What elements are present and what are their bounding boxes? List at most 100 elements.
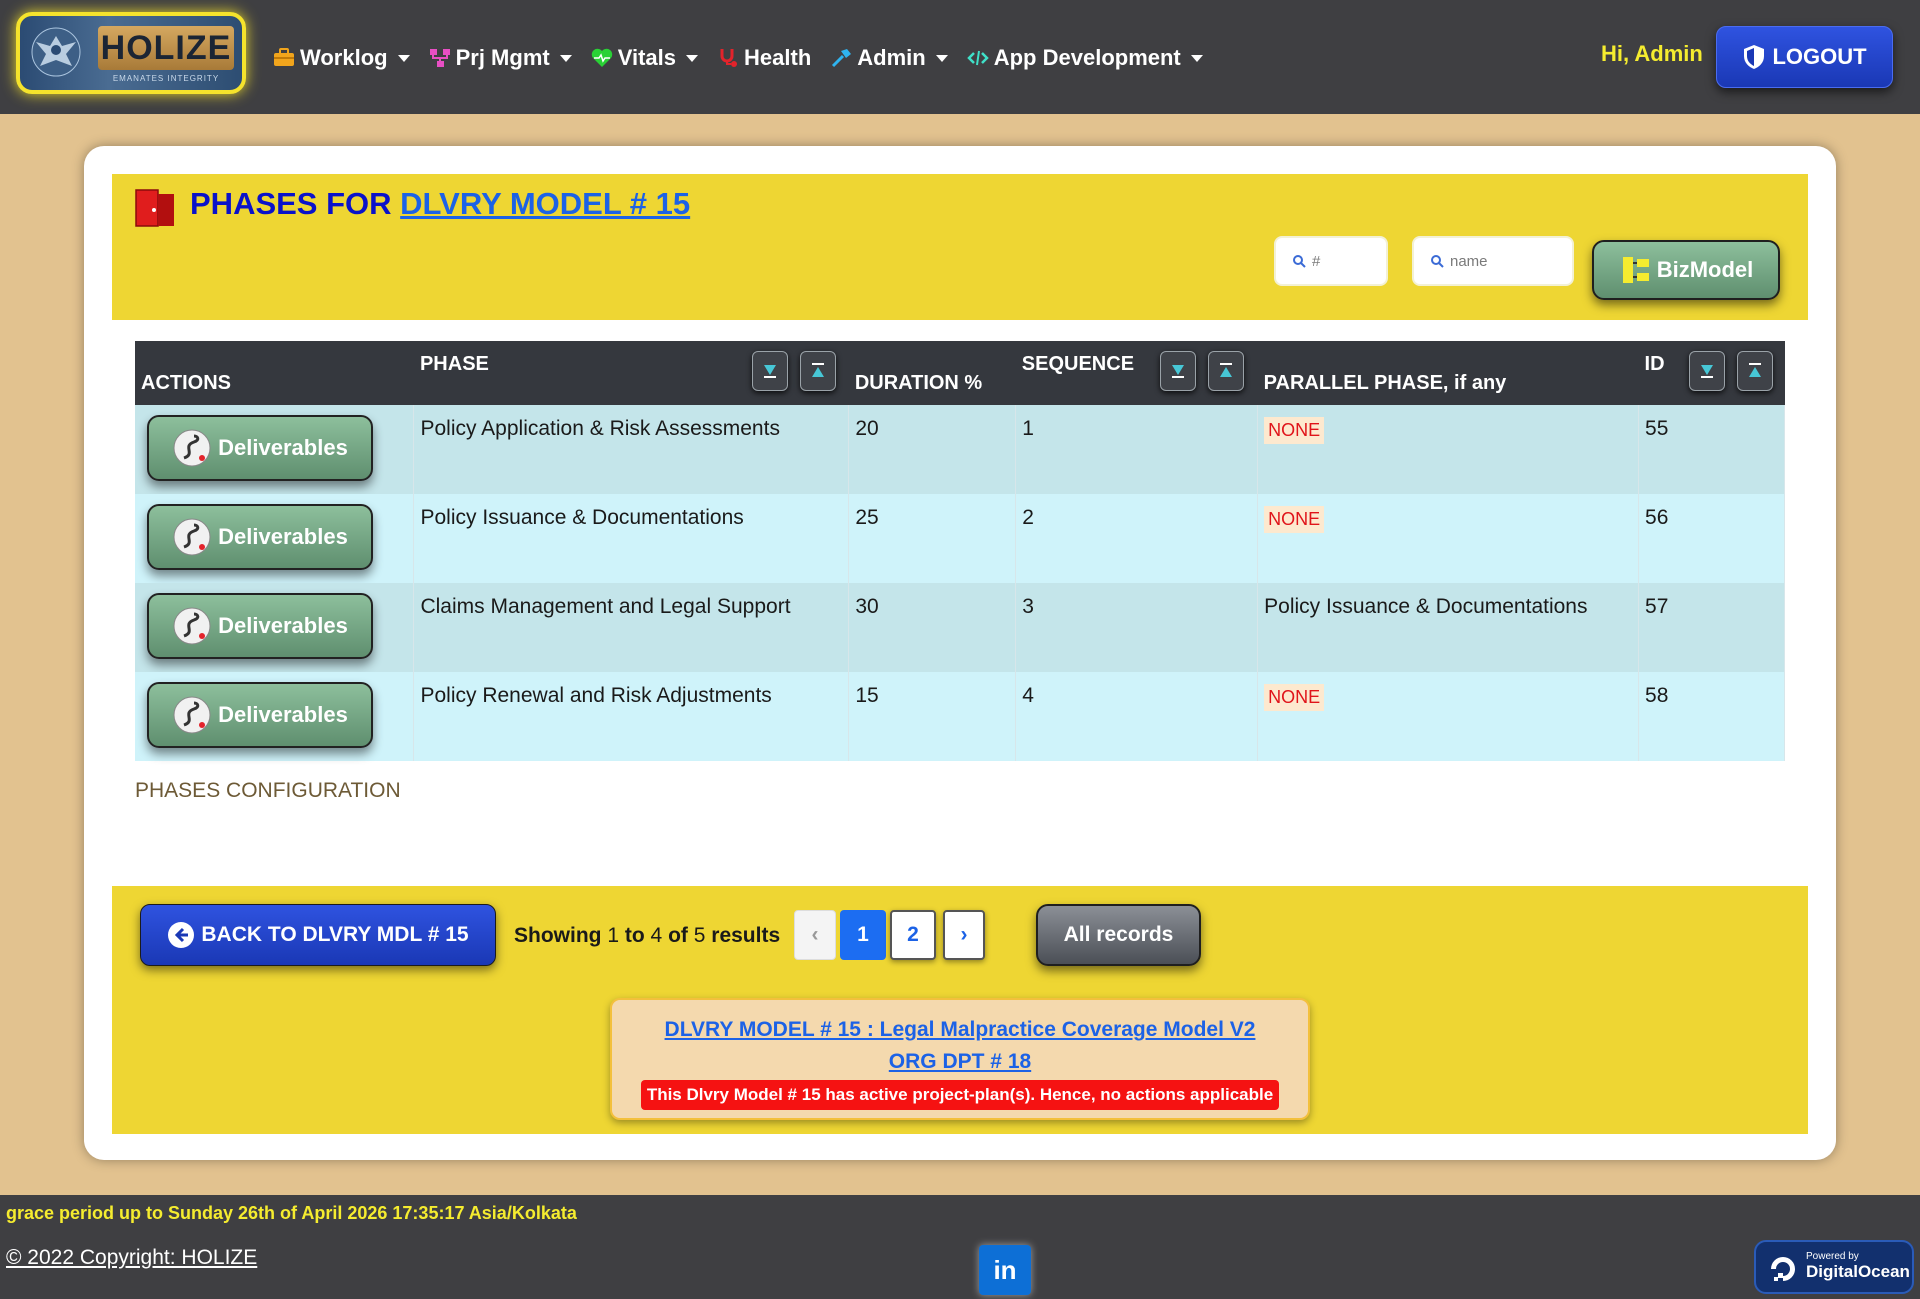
- user-greeting: Hi, Admin: [1601, 41, 1703, 66]
- cell-parallel-phase: NONE: [1257, 494, 1640, 583]
- shield-icon: [1744, 45, 1765, 69]
- nav-admin[interactable]: Admin: [829, 40, 948, 76]
- nav-label: App Development: [993, 45, 1181, 70]
- cell-parallel-phase: NONE: [1257, 405, 1640, 494]
- sort-desc-button[interactable]: [1688, 351, 1725, 391]
- digitalocean-icon: [1771, 1257, 1795, 1281]
- col-id: ID: [1638, 341, 1785, 405]
- model-link[interactable]: DLVRY MODEL # 15 : Legal Malpractice Cov…: [612, 1014, 1308, 1046]
- sort-desc-button[interactable]: [751, 351, 788, 391]
- table-row: Deliverables Claims Management and Legal…: [135, 583, 1785, 672]
- all-records-button[interactable]: All records: [1036, 904, 1201, 966]
- org-dept-link[interactable]: ORG DPT # 18: [612, 1046, 1308, 1078]
- nav-health[interactable]: Health: [716, 40, 811, 76]
- briefcase-icon: [274, 48, 294, 66]
- back-label: BACK TO DLVRY MDL # 15: [201, 923, 469, 946]
- back-button[interactable]: BACK TO DLVRY MDL # 15: [140, 904, 496, 966]
- col-actions: ACTIONS: [135, 341, 414, 405]
- none-badge: NONE: [1264, 506, 1325, 533]
- copyright-link[interactable]: © 2022 Copyright: HOLIZE: [6, 1246, 257, 1270]
- col-sequence: SEQUENCE: [1015, 341, 1258, 405]
- code-icon: [966, 50, 989, 66]
- roadmap-icon: [173, 696, 211, 734]
- id-search-placeholder: #: [1312, 252, 1321, 270]
- nav-label: Vitals: [617, 45, 677, 70]
- heart-pulse-icon: [591, 48, 612, 67]
- eagle-emblem-icon: [31, 27, 81, 77]
- table-row: Deliverables Policy Issuance & Documenta…: [135, 494, 1785, 583]
- project-tree-icon: [429, 49, 450, 67]
- table-header-row: ACTIONS PHASE DURATION % SEQUENCE PARALL…: [135, 341, 1785, 405]
- none-badge: NONE: [1264, 417, 1325, 444]
- deliverables-button[interactable]: Deliverables: [147, 593, 373, 659]
- nav-label: Admin: [857, 45, 926, 70]
- sort-asc-button[interactable]: [1736, 351, 1773, 391]
- cell-actions: Deliverables: [135, 672, 415, 761]
- hammer-icon: [832, 49, 852, 68]
- search-icon: [1293, 255, 1306, 268]
- nav-label: Health: [744, 45, 812, 70]
- sort-desc-button[interactable]: [1159, 351, 1196, 391]
- digitalocean-badge[interactable]: Powered by DigitalOcean: [1754, 1240, 1914, 1294]
- sort-up-icon: [1219, 363, 1232, 377]
- nav-app-development[interactable]: App Development: [966, 40, 1203, 76]
- search-icon: [1431, 255, 1444, 268]
- pagination-page-1[interactable]: 1: [840, 910, 886, 960]
- deliverables-button[interactable]: Deliverables: [147, 682, 373, 748]
- title-prefix: PHASES FOR: [190, 186, 392, 221]
- deliverables-button[interactable]: Deliverables: [147, 415, 373, 481]
- pagination-next[interactable]: ›: [943, 910, 985, 960]
- nav-label: Worklog: [300, 45, 388, 70]
- cell-phase: Policy Application & Risk Assessments: [413, 405, 850, 494]
- bizmodel-button[interactable]: BizModel: [1592, 240, 1780, 300]
- nav-prj-mgmt[interactable]: Prj Mgmt: [428, 40, 572, 76]
- arrow-left-circle-icon: [168, 922, 195, 948]
- logout-label: LOGOUT: [1772, 44, 1867, 69]
- sort-asc-button[interactable]: [799, 351, 836, 391]
- linkedin-icon[interactable]: in: [979, 1245, 1031, 1295]
- name-search-input[interactable]: name: [1412, 236, 1574, 286]
- brand-name: HOLIZE: [98, 26, 234, 70]
- nav-label: Prj Mgmt: [455, 45, 550, 70]
- roadmap-icon: [173, 429, 211, 467]
- cell-parallel-phase: NONE: [1257, 672, 1640, 761]
- results-summary: Showing 1 to 4 of 5 results: [514, 924, 781, 947]
- name-search-placeholder: name: [1450, 252, 1488, 270]
- dlvry-model-link[interactable]: DLVRY MODEL # 15: [400, 186, 690, 221]
- brand-logo[interactable]: HOLIZE EMANATES INTEGRITY: [16, 12, 246, 94]
- cell-phase: Policy Issuance & Documentations: [413, 494, 850, 583]
- table-caption: PHASES CONFIGURATION: [135, 779, 401, 802]
- cell-id: 56: [1638, 494, 1785, 583]
- chevron-down-icon: [397, 54, 410, 62]
- model-info-box: DLVRY MODEL # 15 : Legal Malpractice Cov…: [610, 998, 1310, 1120]
- sort-asc-button[interactable]: [1207, 351, 1244, 391]
- nav-worklog[interactable]: Worklog: [272, 40, 410, 76]
- table-row: Deliverables Policy Renewal and Risk Adj…: [135, 672, 1785, 761]
- col-duration: DURATION %: [848, 341, 1016, 405]
- deliverables-button[interactable]: Deliverables: [147, 504, 373, 570]
- pagination-page-2[interactable]: 2: [890, 910, 936, 960]
- main-nav: Worklog Prj Mgmt Vitals Health Admin App…: [272, 40, 1221, 76]
- chevron-down-icon: [686, 54, 699, 62]
- cell-parallel-phase: Policy Issuance & Documentations: [1257, 583, 1640, 672]
- cell-duration: 15: [848, 672, 1017, 761]
- cell-actions: Deliverables: [135, 405, 415, 494]
- warning-badge: This Dlvry Model # 15 has active project…: [640, 1080, 1280, 1110]
- brand-tagline: EMANATES INTEGRITY: [112, 74, 220, 83]
- pagination-prev[interactable]: ‹: [794, 910, 836, 960]
- cell-actions: Deliverables: [135, 583, 415, 672]
- powered-by-text: Powered by: [1806, 1251, 1859, 1262]
- sort-down-icon: [1700, 365, 1713, 378]
- logout-button[interactable]: LOGOUT: [1716, 26, 1893, 88]
- cell-phase: Policy Renewal and Risk Adjustments: [413, 672, 850, 761]
- table-row: Deliverables Policy Application & Risk A…: [135, 405, 1785, 494]
- cell-duration: 25: [848, 494, 1017, 583]
- sort-down-icon: [763, 365, 776, 378]
- stethoscope-icon: [720, 49, 738, 67]
- id-search-input[interactable]: #: [1274, 236, 1388, 286]
- cell-duration: 30: [848, 583, 1017, 672]
- bizmodel-label: BizModel: [1656, 257, 1754, 282]
- cell-sequence: 4: [1015, 672, 1259, 761]
- nav-vitals[interactable]: Vitals: [590, 40, 699, 76]
- cell-actions: Deliverables: [135, 494, 415, 583]
